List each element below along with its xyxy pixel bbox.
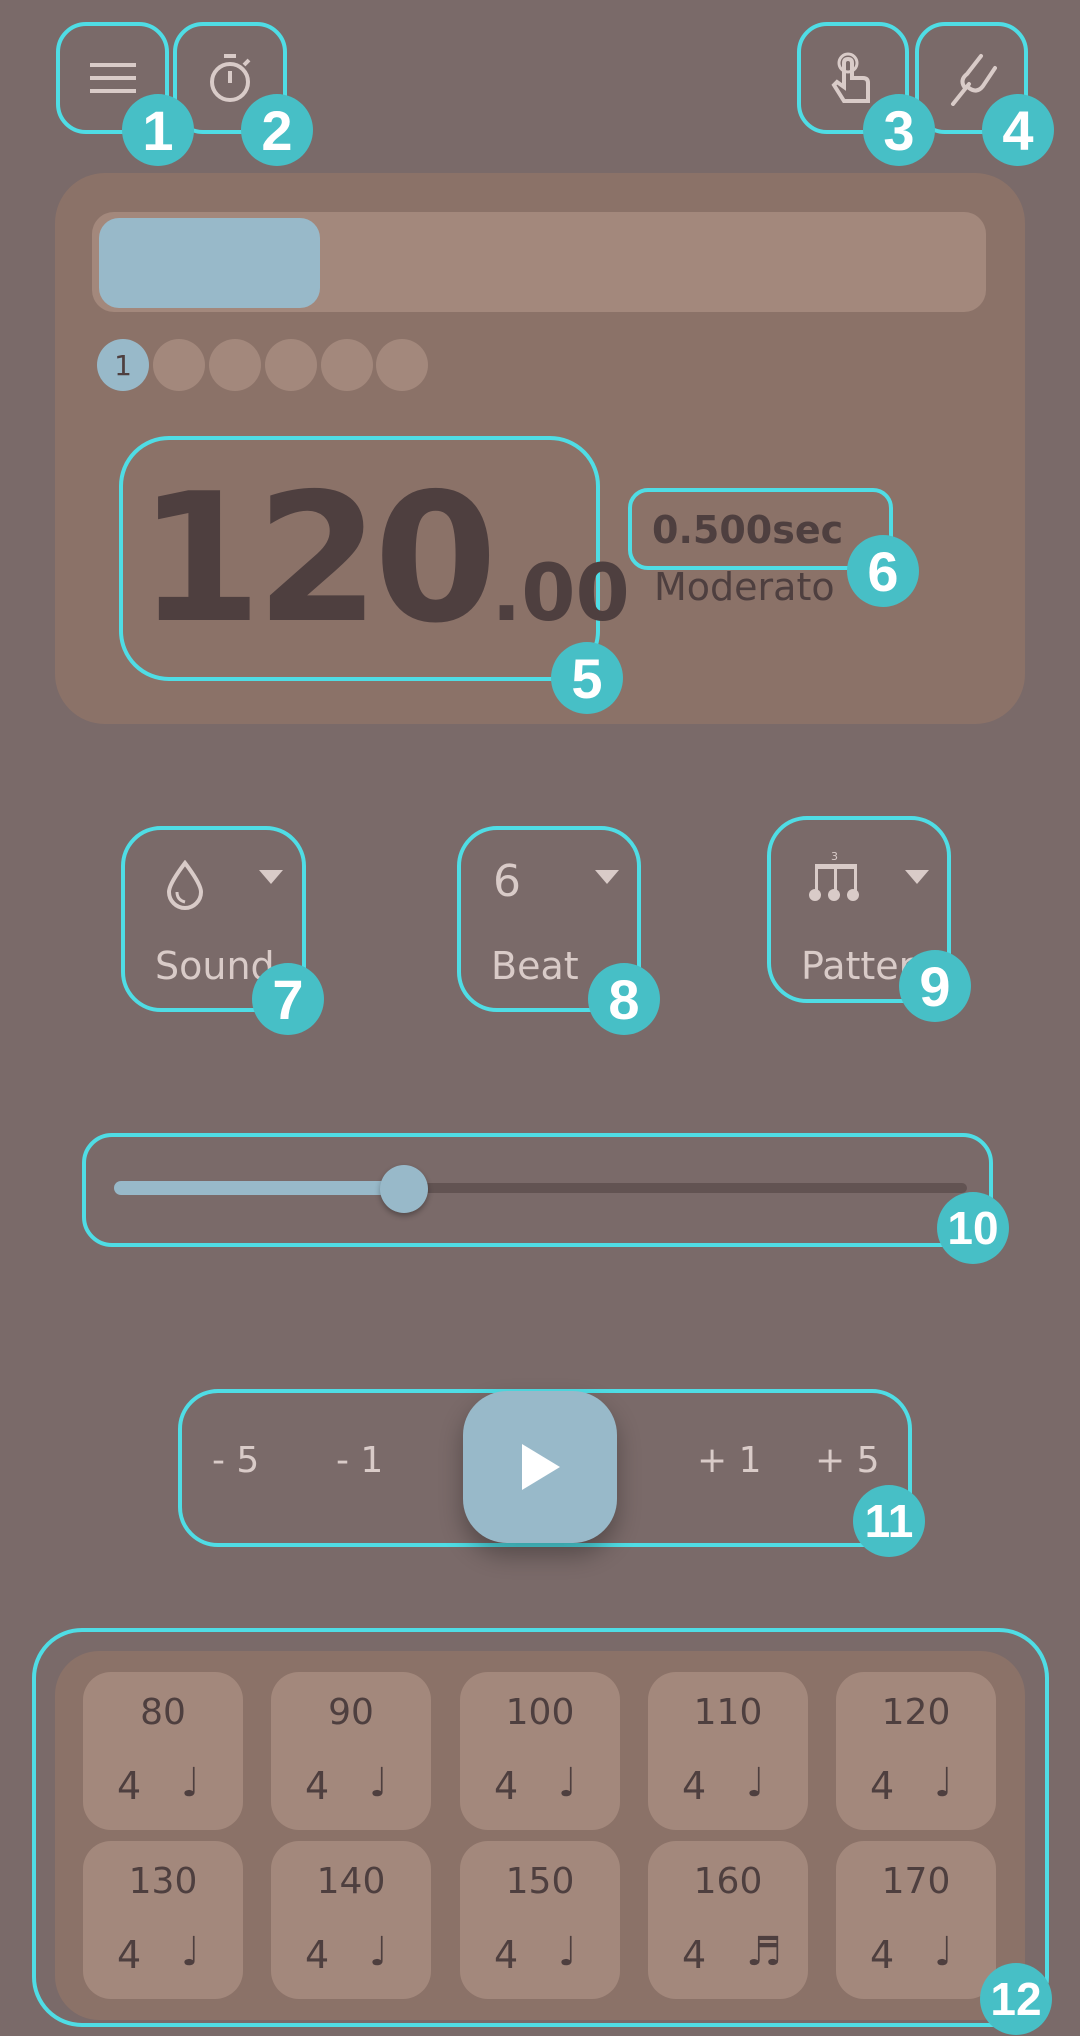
stopwatch-icon bbox=[210, 54, 251, 102]
quarter-note-icon: ♩ bbox=[558, 1760, 577, 1806]
preset-tile[interactable]: 140 4 ♩ bbox=[271, 1841, 431, 1999]
preset-beat: 4 bbox=[870, 1933, 895, 1977]
bpm-display[interactable]: 120.00 bbox=[138, 470, 630, 648]
quarter-note-icon: ♩ bbox=[558, 1929, 577, 1975]
tap-finger-icon bbox=[831, 52, 870, 103]
tuning-fork-icon bbox=[950, 54, 997, 106]
quarter-note-icon: ♩ bbox=[181, 1929, 200, 1975]
annotation-badge: 7 bbox=[252, 963, 324, 1035]
beat-label: Beat bbox=[491, 944, 579, 988]
preset-bpm: 160 bbox=[693, 1861, 763, 1902]
preset-beat: 4 bbox=[305, 1933, 330, 1977]
preset-beat: 4 bbox=[682, 1764, 707, 1808]
quarter-note-icon: ♩ bbox=[934, 1760, 953, 1806]
hamburger-icon bbox=[89, 63, 136, 93]
beat-indicator: 1 bbox=[97, 339, 149, 391]
preset-bpm: 140 bbox=[316, 1861, 386, 1902]
annotation-badge: 3 bbox=[863, 94, 935, 166]
triplet-notes-icon: 3 bbox=[809, 850, 859, 901]
tempo-slider-fill bbox=[114, 1181, 405, 1195]
annotation-badge: 4 bbox=[982, 94, 1054, 166]
beat-progress-fill bbox=[99, 218, 320, 308]
play-icon bbox=[522, 1444, 560, 1490]
preset-bpm: 170 bbox=[881, 1861, 951, 1902]
preset-beat: 4 bbox=[494, 1933, 519, 1977]
plus-1-button[interactable]: + 1 bbox=[697, 1440, 762, 1481]
beat-indicator bbox=[321, 339, 373, 391]
preset-bpm: 110 bbox=[693, 1692, 763, 1733]
annotation-badge: 5 bbox=[551, 642, 623, 714]
quarter-note-icon: ♩ bbox=[181, 1760, 200, 1806]
preset-beat: 4 bbox=[870, 1764, 895, 1808]
beat-value: 6 bbox=[493, 856, 521, 907]
triplet-notes-icon: ♬ bbox=[746, 1929, 782, 1975]
tempo-slider-thumb[interactable] bbox=[380, 1165, 429, 1213]
preset-beat: 4 bbox=[117, 1764, 142, 1808]
annotation-badge: 9 bbox=[899, 950, 971, 1022]
svg-text:3: 3 bbox=[831, 850, 838, 863]
preset-beat: 4 bbox=[305, 1764, 330, 1808]
preset-beat: 4 bbox=[117, 1933, 142, 1977]
annotation-badge: 6 bbox=[847, 535, 919, 607]
preset-beat: 4 bbox=[494, 1764, 519, 1808]
chevron-down-icon bbox=[595, 870, 619, 884]
plus-5-button[interactable]: + 5 bbox=[815, 1440, 880, 1481]
bpm-decimal: .00 bbox=[491, 549, 630, 639]
preset-tile[interactable]: 150 4 ♩ bbox=[460, 1841, 620, 1999]
chevron-down-icon bbox=[905, 870, 929, 884]
annotation-badge: 11 bbox=[853, 1485, 925, 1557]
preset-tile[interactable]: 160 4 ♬ bbox=[648, 1841, 808, 1999]
beat-indicator bbox=[265, 339, 317, 391]
beat-interval[interactable]: 0.500sec bbox=[652, 508, 843, 552]
annotation-badge: 2 bbox=[241, 94, 313, 166]
preset-tile[interactable]: 90 4 ♩ bbox=[271, 1672, 431, 1830]
beat-indicator bbox=[153, 339, 205, 391]
beat-indicator bbox=[209, 339, 261, 391]
play-button[interactable] bbox=[463, 1391, 617, 1543]
annotation-badge: 10 bbox=[937, 1192, 1009, 1264]
preset-bpm: 120 bbox=[881, 1692, 951, 1733]
quarter-note-icon: ♩ bbox=[369, 1929, 388, 1975]
preset-bpm: 150 bbox=[505, 1861, 575, 1902]
quarter-note-icon: ♩ bbox=[746, 1760, 765, 1806]
preset-tile[interactable]: 110 4 ♩ bbox=[648, 1672, 808, 1830]
preset-beat: 4 bbox=[682, 1933, 707, 1977]
beat-indicator bbox=[376, 339, 428, 391]
preset-tile[interactable]: 170 4 ♩ bbox=[836, 1841, 996, 1999]
preset-bpm: 100 bbox=[505, 1692, 575, 1733]
quarter-note-icon: ♩ bbox=[369, 1760, 388, 1806]
annotation-badge: 12 bbox=[980, 1963, 1052, 2035]
preset-tile[interactable]: 100 4 ♩ bbox=[460, 1672, 620, 1830]
preset-tile[interactable]: 120 4 ♩ bbox=[836, 1672, 996, 1830]
preset-bpm: 80 bbox=[140, 1692, 186, 1733]
preset-bpm: 90 bbox=[328, 1692, 374, 1733]
preset-tile[interactable]: 80 4 ♩ bbox=[83, 1672, 243, 1830]
annotation-badge: 8 bbox=[588, 963, 660, 1035]
tempo-marking: Moderato bbox=[654, 565, 835, 609]
preset-bpm: 130 bbox=[128, 1861, 198, 1902]
chevron-down-icon bbox=[259, 870, 283, 884]
annotation-badge: 1 bbox=[122, 94, 194, 166]
bpm-integer: 120 bbox=[138, 455, 498, 662]
droplet-icon bbox=[166, 860, 204, 910]
preset-tile[interactable]: 130 4 ♩ bbox=[83, 1841, 243, 1999]
quarter-note-icon: ♩ bbox=[934, 1929, 953, 1975]
minus-5-button[interactable]: - 5 bbox=[212, 1440, 259, 1481]
minus-1-button[interactable]: - 1 bbox=[336, 1440, 383, 1481]
